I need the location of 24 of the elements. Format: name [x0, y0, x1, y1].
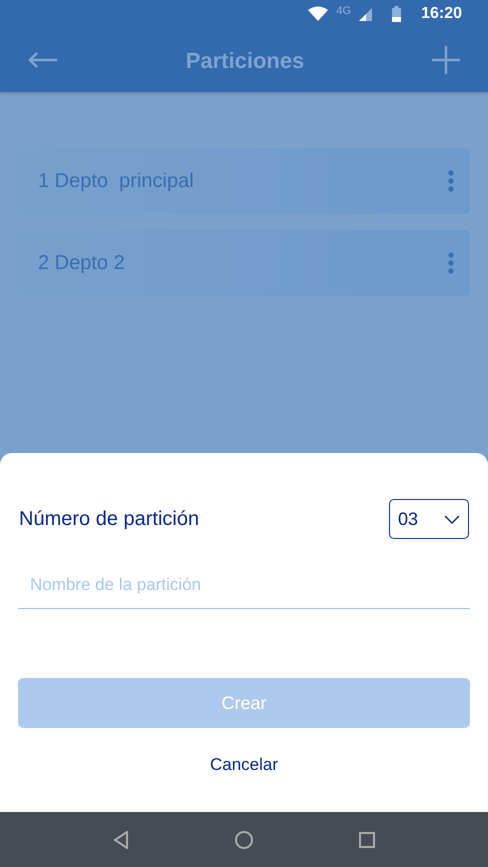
chevron-down-icon: [444, 514, 460, 524]
clock: 16:20: [421, 4, 462, 24]
number-select[interactable]: 03: [389, 499, 469, 539]
back-arrow-icon: [28, 52, 58, 68]
wifi-icon: [308, 6, 328, 22]
signal-icon: [359, 8, 372, 20]
network-label: 4G: [336, 4, 352, 19]
cancel-button[interactable]: Cancelar: [210, 752, 278, 778]
screen-title: Particiones: [186, 46, 304, 74]
name-field[interactable]: Nombre de la partición: [18, 561, 470, 609]
partition-card[interactable]: 2 Depto 2: [18, 230, 470, 296]
home-icon[interactable]: [234, 830, 254, 850]
plus-icon: [432, 46, 460, 74]
partition-card[interactable]: 1 Depto principal: [18, 148, 470, 214]
back-icon[interactable]: [112, 830, 129, 848]
add-button[interactable]: [432, 46, 460, 74]
partition-name: 1 Depto principal: [38, 169, 194, 194]
recents-icon[interactable]: [359, 832, 376, 848]
more-options-icon[interactable]: [448, 170, 454, 192]
back-button[interactable]: [28, 52, 58, 68]
partition-name: 2 Depto 2: [38, 251, 125, 276]
number-label: Número de partición: [19, 507, 200, 532]
more-options-icon[interactable]: [448, 252, 454, 274]
battery-icon: [392, 6, 402, 22]
